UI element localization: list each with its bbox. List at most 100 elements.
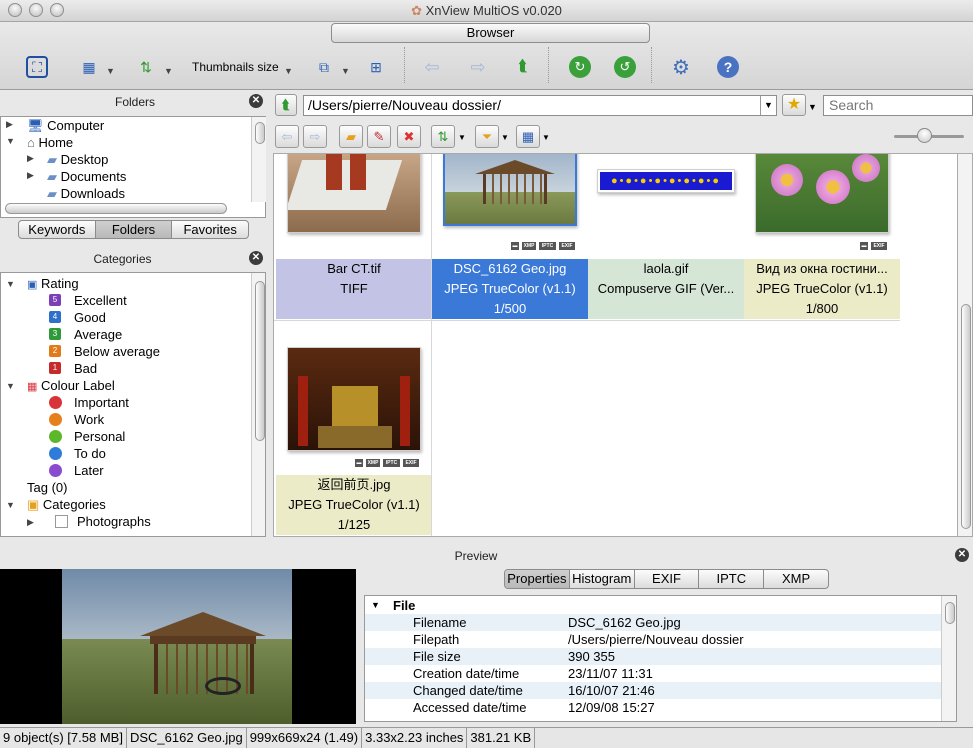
file-extra — [588, 299, 744, 319]
folders-vertical-scrollbar[interactable] — [251, 117, 266, 202]
refresh-icon[interactable]: ↻ — [569, 56, 591, 78]
folder-item-documents[interactable]: ▰ Documents — [47, 168, 126, 185]
tab-histogram[interactable]: Histogram — [570, 570, 635, 588]
close-icon[interactable]: ✕ — [249, 94, 263, 108]
file-thumbnail-bar-ct[interactable]: Bar CT.tif TIFF — [276, 154, 432, 320]
chevron-down-icon[interactable]: ▼ — [164, 66, 173, 76]
thumbnail-image — [287, 347, 421, 451]
folder-item-computer[interactable]: 🖥 Computer — [27, 117, 104, 134]
chevron-down-icon[interactable]: ▼ — [458, 133, 466, 142]
search-input[interactable]: Search — [823, 95, 973, 116]
category-colour-label[interactable]: ▦ Colour Label — [27, 377, 115, 394]
tab-favorites[interactable]: Favorites — [172, 221, 248, 238]
chevron-down-icon[interactable]: ▼ — [501, 133, 509, 142]
colour-item-later[interactable]: Later — [74, 462, 104, 479]
colour-item-important[interactable]: Important — [74, 394, 129, 411]
collapse-triangle-icon[interactable]: ▼ — [6, 279, 15, 289]
delete-icon[interactable]: ✖ — [397, 125, 421, 148]
expand-triangle-icon[interactable]: ▶ — [27, 517, 34, 528]
file-extra — [276, 299, 432, 319]
view-mode-icon[interactable]: ▦ — [516, 125, 540, 148]
tab-folders[interactable]: Folders — [95, 221, 173, 238]
properties-section-file[interactable]: ▼ File — [365, 597, 956, 614]
sort-icon[interactable]: ⇅ — [135, 56, 157, 78]
slideshow-icon[interactable]: ⧉ — [313, 56, 335, 78]
favorite-star-icon[interactable]: ★ — [782, 94, 806, 116]
scroll-thumb[interactable] — [255, 281, 265, 441]
chevron-down-icon[interactable]: ▼ — [284, 66, 293, 76]
category-item-photographs[interactable]: Photographs — [77, 513, 151, 530]
folder-item-desktop[interactable]: ▰ Desktop — [47, 151, 108, 168]
go-up-icon[interactable]: ⮬ — [275, 94, 297, 116]
rating-item-bad[interactable]: Bad — [74, 360, 97, 377]
rotate-icon[interactable]: ↺ — [614, 56, 636, 78]
category-categories[interactable]: ▣ Categories — [27, 496, 106, 513]
sort-icon[interactable]: ⇅ — [431, 125, 455, 148]
collapse-triangle-icon[interactable]: ▼ — [6, 500, 15, 510]
collapse-triangle-icon[interactable]: ▼ — [6, 381, 15, 391]
file-thumbnail-dsc-6162[interactable]: ▬ XMP IPTC EXIF DSC_6162 Geo.jpg JPEG Tr… — [432, 154, 588, 320]
chevron-down-icon[interactable]: ▼ — [760, 96, 776, 115]
rating-4-icon: 4 — [49, 311, 61, 323]
forward-arrow-icon[interactable]: ⇨ — [303, 125, 327, 148]
fullscreen-icon[interactable]: ⛶ — [26, 56, 48, 78]
colour-item-work[interactable]: Work — [74, 411, 104, 428]
collapse-triangle-icon[interactable]: ▼ — [6, 136, 15, 146]
rating-item-below-average[interactable]: Below average — [74, 343, 160, 360]
tab-exif[interactable]: EXIF — [635, 570, 700, 588]
view-mode-icon[interactable]: ▦ — [78, 56, 100, 78]
rating-item-excellent[interactable]: Excellent — [74, 292, 127, 309]
properties-vertical-scrollbar[interactable] — [941, 596, 956, 721]
close-icon[interactable]: ✕ — [249, 251, 263, 265]
rename-icon[interactable]: ✎ — [367, 125, 391, 148]
colour-item-to-do[interactable]: To do — [74, 445, 106, 462]
chevron-down-icon[interactable]: ▼ — [341, 66, 350, 76]
forward-arrow-icon[interactable]: ⇨ — [467, 56, 489, 78]
browser-tab[interactable]: Browser — [331, 23, 650, 43]
chevron-down-icon[interactable]: ▼ — [106, 66, 115, 76]
properties-table: ▼ File Filename DSC_6162 Geo.jpg Filepath /… — [364, 595, 957, 722]
categories-tree: ▼ ▣ Rating 5 Excellent 4 Good 3 Average … — [0, 272, 266, 537]
thumbnail-image — [443, 154, 577, 226]
expand-triangle-icon[interactable]: ▶ — [27, 153, 34, 164]
colour-item-personal[interactable]: Personal — [74, 428, 125, 445]
help-icon[interactable]: ? — [717, 56, 739, 78]
rating-item-average[interactable]: Average — [74, 326, 122, 343]
categories-panel-title: Categories — [93, 252, 152, 266]
chevron-down-icon[interactable]: ▼ — [542, 133, 550, 142]
tab-properties[interactable]: Properties — [505, 570, 570, 588]
scroll-thumb[interactable] — [945, 602, 955, 624]
tab-iptc[interactable]: IPTC — [699, 570, 765, 588]
tab-xmp[interactable]: XMP — [764, 570, 828, 588]
file-thumbnail-return-page[interactable]: ▬ XMP IPTC EXIF 返回前页.jpg JPEG TrueColor … — [276, 320, 432, 536]
file-thumbnail-laola[interactable]: ●•●•●•●•●•●•●•● laola.gif Compuserve GIF… — [588, 154, 744, 320]
rating-item-good[interactable]: Good — [74, 309, 106, 326]
category-tag[interactable]: Tag (0) — [27, 479, 67, 496]
folders-horizontal-scrollbar[interactable] — [5, 203, 227, 214]
collapse-triangle-icon[interactable]: ▼ — [371, 597, 380, 614]
category-rating[interactable]: ▣ Rating — [27, 275, 79, 292]
checkbox[interactable] — [55, 515, 68, 528]
scroll-thumb[interactable] — [961, 304, 971, 529]
back-arrow-icon[interactable]: ⇦ — [275, 125, 299, 148]
tab-keywords[interactable]: Keywords — [19, 221, 96, 238]
back-arrow-icon[interactable]: ⇦ — [421, 56, 443, 78]
folder-item-home[interactable]: ⌂ Home — [27, 134, 73, 151]
zoom-slider-handle[interactable] — [917, 128, 932, 143]
new-folder-icon[interactable]: ▰ — [339, 125, 363, 148]
close-icon[interactable]: ✕ — [955, 548, 969, 562]
folder-item-downloads[interactable]: ▰ Downloads — [47, 185, 125, 202]
thumbnails-size-label[interactable]: Thumbnails size — [192, 60, 279, 74]
expand-triangle-icon[interactable]: ▶ — [27, 170, 34, 181]
browser-vertical-scrollbar[interactable] — [957, 153, 973, 537]
settings-gear-icon[interactable]: ⚙ — [670, 56, 692, 79]
parent-folder-icon[interactable]: ⮬ — [512, 56, 534, 78]
path-input[interactable]: /Users/pierre/Nouveau dossier/ — [303, 95, 777, 116]
folder-tree-icon[interactable]: ⊞ — [365, 56, 387, 78]
scroll-thumb[interactable] — [255, 122, 265, 144]
categories-vertical-scrollbar[interactable] — [251, 273, 265, 536]
file-thumbnail-view-from-hotel[interactable]: ▬ EXIF Вид из окна гостини... JPEG TrueC… — [744, 154, 900, 320]
filter-icon[interactable]: ⏷ — [475, 125, 499, 148]
chevron-down-icon[interactable]: ▼ — [808, 102, 817, 112]
expand-triangle-icon[interactable]: ▶ — [6, 119, 13, 130]
